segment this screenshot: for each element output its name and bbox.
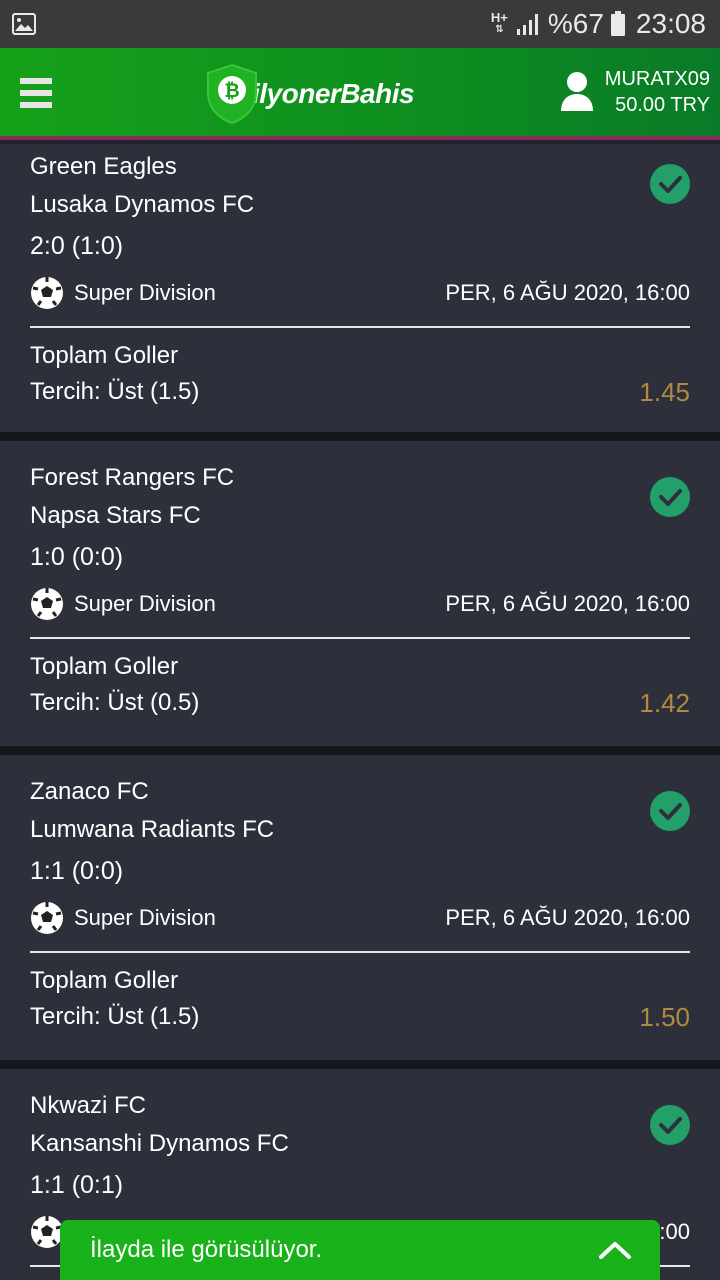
match-datetime: PER, 6 AĞU 2020, 16:00 <box>445 591 690 616</box>
away-team: Lusaka Dynamos FC <box>30 191 255 218</box>
league-name: Super Division <box>74 905 216 930</box>
match-score: 1:0 (0:0) <box>30 543 124 571</box>
market-name: Toplam Goller <box>30 653 179 680</box>
match-score: 1:1 (0:0) <box>30 857 124 885</box>
match-datetime: PER, 6 AĞU 2020, 16:00 <box>445 280 690 305</box>
home-team: Green Eagles <box>30 153 177 180</box>
user-account[interactable]: MURATX09 50.00 TRY <box>559 66 710 118</box>
brand-name: ilyonerBahis <box>252 78 415 109</box>
away-team: Lumwana Radiants FC <box>30 816 275 843</box>
divider <box>30 637 690 639</box>
brand-logo[interactable]: ₿ ilyonerBahis <box>206 58 415 130</box>
odd-value: 1.45 <box>639 376 690 407</box>
check-won-icon <box>650 791 690 831</box>
battery-icon <box>610 11 625 36</box>
check-won-icon <box>650 1105 690 1145</box>
username: MURATX09 <box>604 68 710 90</box>
divider <box>30 951 690 953</box>
status-bar: H+ ⇅ %67 23:08 <box>0 0 720 48</box>
home-team: Zanaco FC <box>30 778 149 805</box>
divider <box>30 326 690 328</box>
selection: Tercih: Üst (0.5) <box>30 689 200 716</box>
soccer-ball-icon <box>31 902 63 934</box>
league-name: Super Division <box>74 591 216 616</box>
user-icon <box>560 72 593 111</box>
check-won-icon <box>650 164 690 204</box>
image-notification-icon <box>12 13 36 35</box>
market-name: Toplam Goller <box>30 342 179 369</box>
match-score: 2:0 (1:0) <box>30 232 124 260</box>
odd-value: 1.50 <box>639 1001 690 1032</box>
match-datetime: PER, 6 AĞU 2020, 16:00 <box>445 905 690 930</box>
soccer-ball-icon <box>31 588 63 620</box>
hamburger-menu-icon[interactable] <box>20 78 52 110</box>
bet-card[interactable]: Forest Rangers FC Napsa Stars FC 1:0 (0:… <box>0 441 720 755</box>
chevron-up-icon[interactable] <box>598 1239 632 1261</box>
network-type: H+ ⇅ <box>490 10 508 35</box>
live-chat-bar[interactable]: İlayda ile görüsülüyor. <box>60 1220 660 1280</box>
signal-icon <box>516 14 538 35</box>
bet-card[interactable]: Green Eagles Lusaka Dynamos FC 2:0 (1:0)… <box>0 144 720 441</box>
soccer-ball-icon <box>31 277 63 309</box>
home-team: Forest Rangers FC <box>30 464 235 491</box>
odd-value: 1.42 <box>639 687 690 718</box>
check-won-icon <box>650 477 690 517</box>
clock: 23:08 <box>635 8 706 39</box>
bitcoin-shield-icon: ₿ <box>207 63 257 125</box>
bet-card[interactable]: Zanaco FC Lumwana Radiants FC 1:1 (0:0) … <box>0 755 720 1069</box>
svg-text:₿: ₿ <box>224 80 239 102</box>
selection: Tercih: Üst (1.5) <box>30 378 200 405</box>
selection: Tercih: Üst (1.5) <box>30 1003 200 1030</box>
bet-list: Green Eagles Lusaka Dynamos FC 2:0 (1:0)… <box>0 144 720 1280</box>
app-header: ₿ ilyonerBahis MURATX09 50.00 TRY <box>0 48 720 140</box>
battery-percent: %67 <box>547 8 604 39</box>
away-team: Napsa Stars FC <box>30 502 201 529</box>
away-team: Kansanshi Dynamos FC <box>30 1130 289 1157</box>
market-name: Toplam Goller <box>30 967 179 994</box>
chat-status-label: İlayda ile görüsülüyor. <box>90 1236 323 1263</box>
soccer-ball-icon <box>31 1216 63 1248</box>
match-datetime: :00 <box>659 1219 690 1244</box>
match-score: 1:1 (0:1) <box>30 1171 124 1199</box>
home-team: Nkwazi FC <box>30 1092 147 1119</box>
balance: 50.00 TRY <box>615 94 710 116</box>
league-name: Super Division <box>74 280 216 305</box>
